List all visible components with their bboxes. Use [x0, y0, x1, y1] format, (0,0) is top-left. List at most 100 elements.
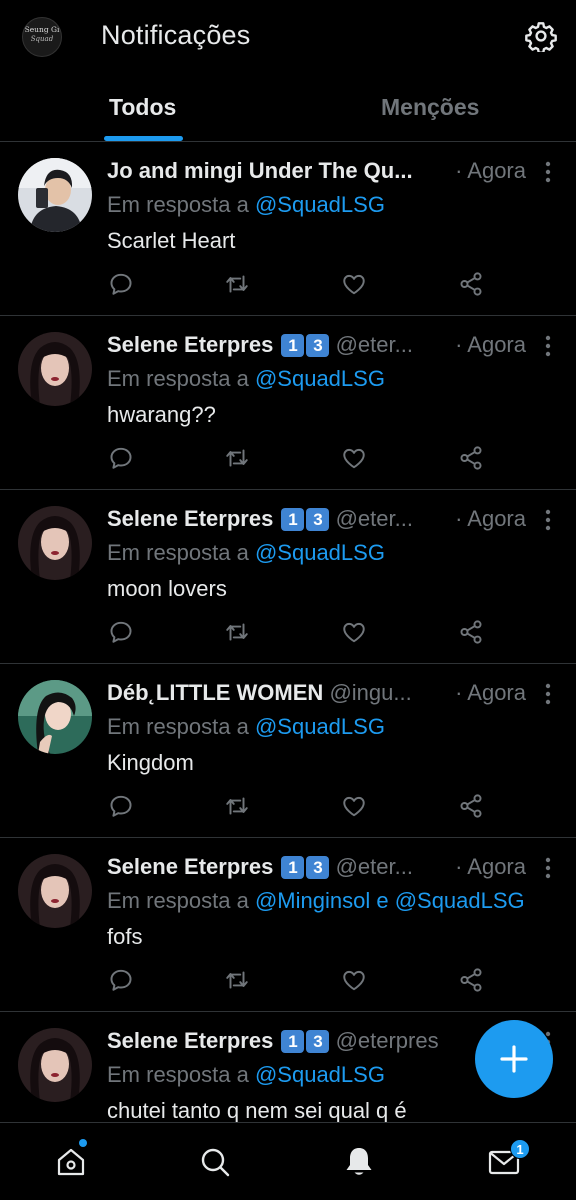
- tweet-actions: [108, 793, 488, 819]
- avatar[interactable]: [18, 680, 92, 754]
- avatar[interactable]: [18, 158, 92, 232]
- retweet-icon[interactable]: [224, 967, 250, 993]
- mention-link[interactable]: @SquadLSG: [255, 1062, 385, 1087]
- retweet-icon[interactable]: [224, 445, 250, 471]
- share-icon[interactable]: [458, 619, 484, 645]
- reply-icon[interactable]: [108, 619, 134, 645]
- more-vertical-icon[interactable]: [538, 334, 558, 358]
- notification-item[interactable]: Selene Eterpres 13 @eter... · Agora Em r…: [0, 316, 576, 490]
- compose-button[interactable]: [475, 1020, 553, 1098]
- tweet-text: moon lovers: [107, 576, 227, 601]
- mention-link[interactable]: @SquadLSG: [255, 714, 385, 739]
- user-handle[interactable]: @eterpres: [336, 1028, 439, 1053]
- notification-item[interactable]: Déb˛LITTLE WOMEN @ingu... · Agora Em res…: [0, 664, 576, 838]
- avatar[interactable]: [18, 1028, 92, 1102]
- reply-prefix: Em resposta a: [107, 192, 249, 217]
- retweet-icon[interactable]: [224, 271, 250, 297]
- timestamp: · Agora: [451, 158, 526, 184]
- reply-icon[interactable]: [108, 967, 134, 993]
- avatar[interactable]: [18, 506, 92, 580]
- user-name[interactable]: Selene Eterpres: [107, 506, 273, 531]
- timestamp: · Agora: [451, 854, 526, 880]
- share-icon[interactable]: [458, 271, 484, 297]
- share-icon[interactable]: [458, 967, 484, 993]
- tweet-actions: [108, 271, 488, 297]
- reply-context: Em resposta a @SquadLSG: [107, 366, 385, 392]
- reply-context: Em resposta a @SquadLSG: [107, 540, 385, 566]
- reply-icon[interactable]: [108, 445, 134, 471]
- timestamp: · Agora: [451, 680, 526, 706]
- mention-link[interactable]: @SquadLSG: [255, 366, 385, 391]
- more-vertical-icon[interactable]: [538, 160, 558, 184]
- user-name[interactable]: Selene Eterpres: [107, 1028, 273, 1053]
- reply-prefix: Em resposta a: [107, 1062, 249, 1087]
- user-handle[interactable]: @eter...: [336, 854, 413, 879]
- tweet-actions: [108, 445, 488, 471]
- notification-item[interactable]: Jo and mingi Under The Qu... · Agora Em …: [0, 142, 576, 316]
- heart-icon[interactable]: [341, 445, 367, 471]
- reply-prefix: Em resposta a: [107, 714, 249, 739]
- tab-mencoes[interactable]: Menções: [381, 94, 479, 121]
- avatar[interactable]: [18, 332, 92, 406]
- reply-icon[interactable]: [108, 793, 134, 819]
- page-title: Notificações: [101, 20, 251, 50]
- emoji-badge: 1: [281, 508, 305, 531]
- top-bar: Seung Gi Squad Notificações: [0, 0, 576, 72]
- avatar[interactable]: [18, 854, 92, 928]
- notification-item[interactable]: Selene Eterpres 13 @eter... · Agora Em r…: [0, 838, 576, 1012]
- heart-icon[interactable]: [341, 967, 367, 993]
- tweet-actions: [108, 967, 488, 993]
- emoji-badge: 1: [281, 856, 305, 879]
- gear-icon[interactable]: [525, 20, 557, 52]
- search-icon[interactable]: [198, 1145, 232, 1179]
- notification-item[interactable]: Selene Eterpres 13 @eter... · Agora Em r…: [0, 490, 576, 664]
- tweet-text: fofs: [107, 924, 143, 949]
- messages-count-badge: 1: [510, 1139, 530, 1159]
- heart-icon[interactable]: [341, 619, 367, 645]
- retweet-icon[interactable]: [224, 619, 250, 645]
- user-name[interactable]: Déb˛LITTLE WOMEN: [107, 680, 323, 705]
- user-name[interactable]: Jo and mingi Under The Qu...: [107, 158, 413, 183]
- mention-link[interactable]: @SquadLSG: [255, 192, 385, 217]
- logo-text: Seung Gi: [24, 25, 60, 34]
- timestamp: · Agora: [451, 332, 526, 358]
- heart-icon[interactable]: [341, 271, 367, 297]
- reply-prefix: Em resposta a: [107, 540, 249, 565]
- timestamp: · Agora: [451, 506, 526, 532]
- mention-link[interactable]: @Minginsol e @SquadLSG: [255, 888, 525, 913]
- more-vertical-icon[interactable]: [538, 508, 558, 532]
- reply-context: Em resposta a @Minginsol e @SquadLSG: [107, 888, 525, 914]
- share-icon[interactable]: [458, 793, 484, 819]
- bell-icon[interactable]: [342, 1145, 376, 1179]
- user-handle[interactable]: @eter...: [336, 506, 413, 531]
- bottom-navigation: 1: [0, 1122, 576, 1200]
- emoji-badge: 3: [306, 856, 330, 879]
- reply-context: Em resposta a @SquadLSG: [107, 714, 385, 740]
- tab-todos[interactable]: Todos: [109, 94, 176, 121]
- mention-link[interactable]: @SquadLSG: [255, 540, 385, 565]
- more-vertical-icon[interactable]: [538, 682, 558, 706]
- more-vertical-icon[interactable]: [538, 856, 558, 880]
- user-name[interactable]: Selene Eterpres: [107, 854, 273, 879]
- plus-icon: [500, 1045, 528, 1073]
- share-icon[interactable]: [458, 445, 484, 471]
- reply-prefix: Em resposta a: [107, 888, 249, 913]
- reply-prefix: Em resposta a: [107, 366, 249, 391]
- home-icon[interactable]: [54, 1145, 88, 1179]
- emoji-badge: 1: [281, 334, 305, 357]
- notification-header: Selene Eterpres 13 @eterpres: [107, 1028, 537, 1058]
- tweet-text: hwarang??: [107, 402, 216, 427]
- emoji-badge: 3: [306, 508, 330, 531]
- user-name[interactable]: Selene Eterpres: [107, 332, 273, 357]
- reply-icon[interactable]: [108, 271, 134, 297]
- user-handle[interactable]: @eter...: [336, 332, 413, 357]
- user-handle[interactable]: @ingu...: [329, 680, 411, 705]
- tweet-text: chutei tanto q nem sei qual q é: [107, 1098, 407, 1123]
- tweet-text: Scarlet Heart: [107, 228, 236, 253]
- account-avatar[interactable]: Seung Gi Squad: [22, 17, 62, 57]
- retweet-icon[interactable]: [224, 793, 250, 819]
- emoji-badge: 1: [281, 1030, 305, 1053]
- heart-icon[interactable]: [341, 793, 367, 819]
- notification-list: Jo and mingi Under The Qu... · Agora Em …: [0, 142, 576, 1148]
- reply-context: Em resposta a @SquadLSG: [107, 192, 385, 218]
